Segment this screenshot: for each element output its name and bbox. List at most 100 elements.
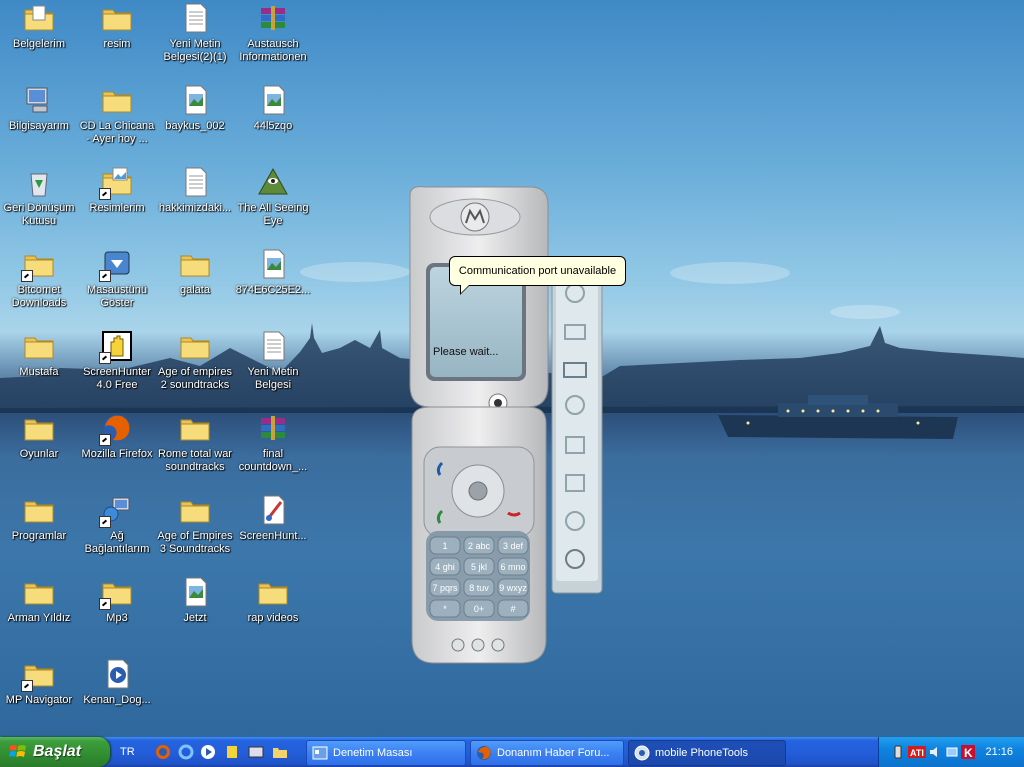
start-button[interactable]: Başlat [0, 737, 110, 767]
folder-quicklaunch-icon[interactable] [272, 744, 288, 760]
windows-logo-icon [9, 745, 26, 757]
folder-icon [102, 91, 132, 113]
desktop-icon[interactable]: Mustafa [0, 330, 78, 379]
desktop-icon[interactable]: The All Seeing Eye [234, 166, 312, 228]
desktop-icon[interactable]: resim [78, 2, 156, 51]
shortcut-arrow-icon [99, 598, 111, 610]
ati-tray-icon[interactable]: ATI [908, 745, 926, 759]
firefox-icon [477, 746, 491, 760]
desktop-icon[interactable]: Jetzt [156, 576, 234, 625]
desktop-icon-label: ScreenHunter 4.0 Free [83, 366, 151, 391]
desktop-icon[interactable]: 44l5zqo [234, 84, 312, 133]
shortcut-arrow-icon [99, 270, 111, 282]
folder-icon [24, 501, 54, 523]
shortcut-arrow-icon [99, 516, 111, 528]
svg-text:ATI: ATI [910, 748, 924, 758]
firefox-quicklaunch-icon[interactable] [155, 744, 171, 760]
desktop-icon[interactable]: CD La Chicana - Ayer hoy ... [78, 84, 156, 146]
keypad-key[interactable]: 8 tuv [463, 578, 495, 597]
desktop-icon-label: Rome total war soundtracks [158, 448, 232, 473]
keypad-key[interactable]: 5 jkl [463, 557, 495, 576]
keypad-key[interactable]: 2 abc [463, 536, 495, 555]
desktop-icon[interactable]: Mp3 [78, 576, 156, 625]
keypad-key-label: 6 mno [500, 562, 525, 572]
svg-text:K: K [964, 746, 973, 759]
desktop-icon[interactable]: Rome total war soundtracks [156, 412, 234, 474]
phone-tray-icon[interactable] [891, 745, 905, 759]
volume-tray-icon[interactable] [928, 745, 942, 759]
desktop-icon[interactable]: Ağ Bağlantılarım [78, 494, 156, 556]
desktop-icon[interactable]: Yeni Metin Belgesi [234, 330, 312, 392]
desktop-icon-label: rap videos [247, 612, 299, 624]
clock[interactable]: 21:16 [985, 737, 1013, 767]
desktop-icon[interactable]: Programlar [0, 494, 78, 543]
desktop-icon[interactable]: Austausch Informationen [234, 2, 312, 64]
keypad-key[interactable]: 1 [429, 536, 461, 555]
text-document-icon [263, 331, 285, 361]
image-file-icon [263, 85, 285, 115]
recycle-bin-icon [30, 173, 48, 197]
desktop-icon-label: Geri Dönüşüm Kutusu [3, 202, 75, 227]
desktop-icon[interactable]: Age of Empires 3 Soundtracks [156, 494, 234, 556]
desktop-icon[interactable]: Oyunlar [0, 412, 78, 461]
desktop-icon-label: Age of Empires 3 Soundtracks [157, 530, 233, 555]
media-player-icon[interactable] [200, 744, 216, 760]
folder-icon [180, 501, 210, 523]
desktop-icon[interactable]: Geri Dönüşüm Kutusu [0, 166, 78, 228]
desktop-icon-label: Mozilla Firefox [81, 448, 153, 460]
shortcut-arrow-icon [21, 270, 33, 282]
show-desktop-quicklaunch-icon[interactable] [248, 744, 264, 760]
desktop-icon[interactable]: Kenan_Dog... [78, 658, 156, 707]
image-file-icon [185, 577, 207, 607]
desktop-icon[interactable]: Bitcomet Downloads [0, 248, 78, 310]
keypad-key-label: 4 ghi [435, 562, 455, 572]
taskbar-button[interactable]: Donanım Haber Foru... [470, 740, 624, 766]
taskbar-button[interactable]: Denetim Masası [306, 740, 466, 766]
keypad-key[interactable]: 6 mno [497, 557, 529, 576]
notification-balloon[interactable]: Communication port unavailable [449, 256, 626, 295]
desktop-icon-label: Belgelerim [13, 38, 65, 50]
keypad-key[interactable]: 9 wxyz [497, 578, 529, 597]
desktop-icon[interactable]: Mozilla Firefox [78, 412, 156, 461]
kaspersky-tray-icon[interactable]: K [961, 745, 975, 759]
shortcut-arrow-icon [99, 188, 111, 200]
desktop-icon[interactable]: hakkimizdaki... [156, 166, 234, 215]
desktop-icon[interactable]: 874E6C25E2... [234, 248, 312, 297]
image-file-icon [185, 85, 207, 115]
phone-screen-status: Please wait... [433, 346, 499, 358]
keypad-key[interactable]: 7 pqrs [429, 578, 461, 597]
keypad-key[interactable]: # [497, 599, 529, 618]
keypad-key[interactable]: 4 ghi [429, 557, 461, 576]
desktop-icon-label: Yeni Metin Belgesi(2)(1) [163, 38, 227, 63]
desktop-icon[interactable]: ScreenHunt... [234, 494, 312, 543]
screenhunter-quicklaunch-icon[interactable] [224, 744, 240, 760]
taskbar-button[interactable]: mobile PhoneTools [628, 740, 786, 766]
desktop-icon[interactable]: Arman Yıldız [0, 576, 78, 625]
desktop-icon[interactable]: Masaüstünü Göster [78, 248, 156, 310]
keypad-key-label: 8 tuv [469, 583, 489, 593]
network-tray-icon[interactable] [945, 745, 959, 759]
desktop-icon[interactable]: Yeni Metin Belgesi(2)(1) [156, 2, 234, 64]
language-indicator[interactable]: TR [120, 737, 135, 767]
keypad-key[interactable]: 3 def [497, 536, 529, 555]
desktop-icon-label: Kenan_Dog... [83, 694, 151, 706]
keypad-key[interactable]: * [429, 599, 461, 618]
desktop-icon[interactable]: MP Navigator [0, 658, 78, 707]
desktop-icon-label: Ağ Bağlantılarım [84, 530, 150, 555]
desktop-icon[interactable]: Age of empires 2 soundtracks [156, 330, 234, 392]
desktop-icon-label: CD La Chicana - Ayer hoy ... [79, 120, 155, 145]
desktop-icon[interactable]: ScreenHunter 4.0 Free [78, 330, 156, 392]
desktop-icon[interactable]: baykus_002 [156, 84, 234, 133]
cloud [300, 262, 410, 282]
desktop-icon[interactable]: final countdown_... [234, 412, 312, 474]
desktop-icon[interactable]: Belgelerim [0, 2, 78, 51]
keypad-key-label: 9 wxyz [499, 583, 527, 593]
desktop-icon[interactable]: galata [156, 248, 234, 297]
keypad-key[interactable]: 0+ [463, 599, 495, 618]
desktop-icon[interactable]: rap videos [234, 576, 312, 625]
desktop-icon-label: baykus_002 [165, 120, 225, 132]
desktop-icon-label: hakkimizdaki... [158, 202, 232, 214]
desktop-icon[interactable]: Resimlerim [78, 166, 156, 215]
internet-explorer-icon[interactable] [178, 744, 194, 760]
desktop-icon[interactable]: Bilgisayarım [0, 84, 78, 133]
